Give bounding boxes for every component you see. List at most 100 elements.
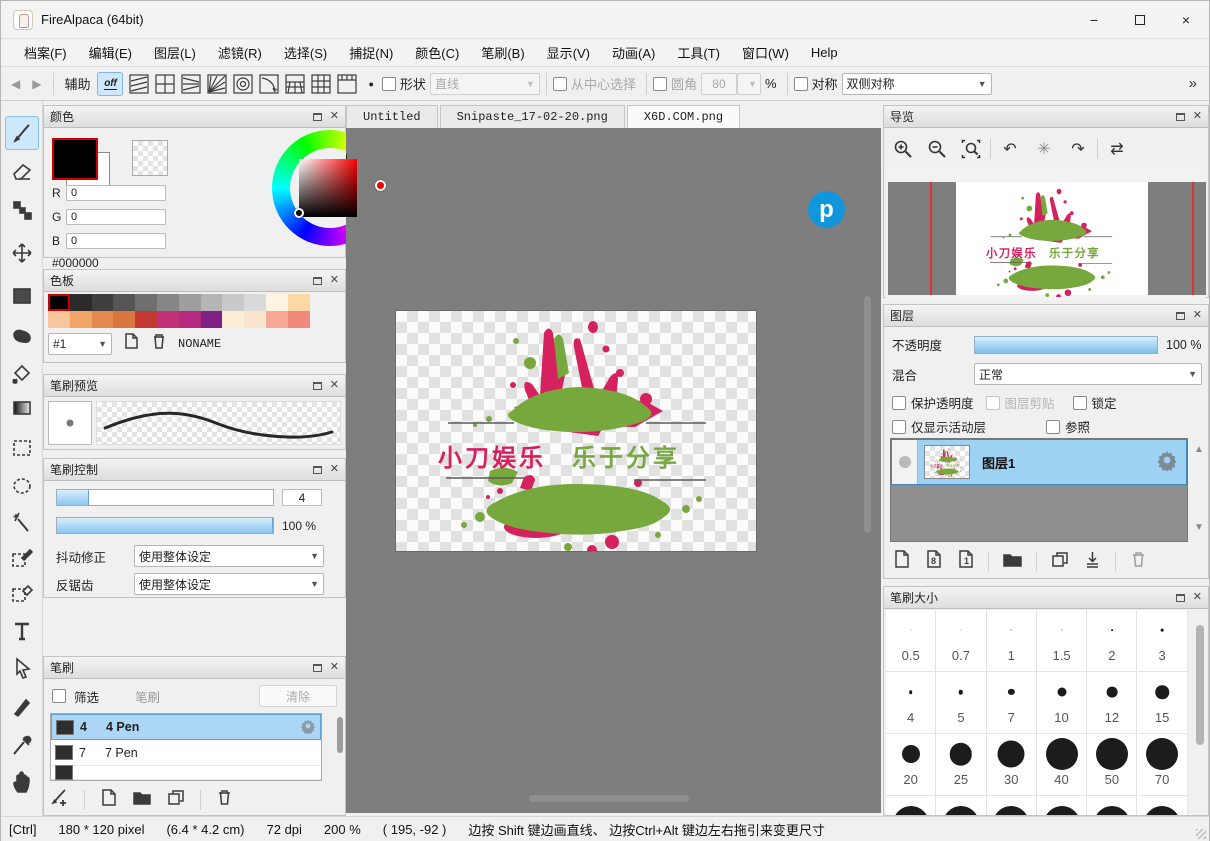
brush-size-cell-50[interactable]: 50: [1087, 734, 1137, 796]
new-layer-icon[interactable]: [892, 549, 911, 574]
palette-swatch[interactable]: [135, 311, 157, 328]
select-rect-tool[interactable]: [5, 431, 39, 465]
dot-tool[interactable]: [5, 193, 39, 227]
document-tab-2[interactable]: X6D.COM.png: [627, 105, 740, 128]
snap-concentric-icon[interactable]: [230, 72, 256, 96]
brush-size-cell-12[interactable]: 12: [1087, 672, 1137, 734]
menu-item-6[interactable]: 颜色(C): [404, 39, 470, 66]
antialias-select[interactable]: 使用整体设定▼: [134, 573, 324, 595]
magic-wand-tool[interactable]: [5, 506, 39, 540]
lasso-tool[interactable]: [5, 469, 39, 503]
palette-swatch[interactable]: [70, 311, 92, 328]
menu-item-7[interactable]: 笔刷(B): [470, 39, 535, 66]
blob-tool[interactable]: [5, 319, 39, 353]
menu-item-1[interactable]: 编辑(E): [78, 39, 143, 66]
navigator-preview[interactable]: [886, 170, 1206, 300]
brush-size-scrollbar[interactable]: [1196, 625, 1204, 745]
shape-checkbox[interactable]: [382, 77, 396, 91]
show-active-checkbox[interactable]: [892, 420, 906, 434]
correction-select[interactable]: 使用整体设定▼: [134, 545, 324, 567]
brush-list-item-1[interactable]: 77 Pen: [51, 740, 321, 766]
reference-checkbox[interactable]: [1046, 420, 1060, 434]
minimize-button[interactable]: −: [1071, 1, 1117, 38]
palette-swatch[interactable]: [157, 294, 179, 311]
menu-item-10[interactable]: 工具(T): [666, 39, 731, 66]
merge-down-icon[interactable]: [1083, 550, 1102, 574]
brush-size-cell-1.5[interactable]: 1.5: [1037, 610, 1087, 672]
snap-cross-icon[interactable]: [152, 72, 178, 96]
show-active-option[interactable]: 仅显示活动层: [892, 417, 986, 436]
snap-perspective-grid-icon[interactable]: [282, 72, 308, 96]
text-tool[interactable]: [5, 614, 39, 648]
duplicate-layer-icon[interactable]: [1050, 550, 1070, 574]
hue-cursor[interactable]: [375, 180, 386, 191]
red-value-bar[interactable]: 0: [66, 185, 166, 201]
palette-swatch[interactable]: [157, 311, 179, 328]
symmetry-checkbox[interactable]: [794, 77, 808, 91]
shape-select[interactable]: 直线▼: [430, 73, 540, 95]
canvas-vertical-scrollbar[interactable]: [864, 296, 871, 533]
saturation-square[interactable]: [299, 159, 357, 217]
close-panel-icon[interactable]: ✕: [1193, 310, 1202, 321]
close-panel-icon[interactable]: ✕: [330, 380, 339, 391]
menu-item-8[interactable]: 显示(V): [536, 39, 601, 66]
brush-size-cell-10[interactable]: 10: [1037, 672, 1087, 734]
new-8bit-layer-icon[interactable]: 8: [924, 549, 943, 574]
pointer-tool[interactable]: [5, 651, 39, 685]
brush-size-cell-1[interactable]: 1: [987, 610, 1037, 672]
flip-view-icon[interactable]: ⇄: [1102, 135, 1132, 163]
palette-swatch[interactable]: [222, 311, 244, 328]
delete-layer-icon[interactable]: [1129, 550, 1148, 574]
layer-folder-icon[interactable]: [1002, 550, 1023, 574]
brush-size-cell-clipped[interactable]: [987, 796, 1037, 815]
symmetry-select[interactable]: 双侧对称▼: [842, 73, 992, 95]
palette-swatch[interactable]: [113, 311, 135, 328]
close-panel-icon[interactable]: ✕: [330, 111, 339, 122]
new-1bit-layer-icon[interactable]: 1: [956, 549, 975, 574]
duplicate-brush-icon[interactable]: [166, 788, 186, 812]
palette-swatch[interactable]: [244, 294, 266, 311]
snap-off-button[interactable]: off: [97, 72, 123, 96]
brush-size-cell-5[interactable]: 5: [936, 672, 986, 734]
rotate-left-icon[interactable]: ↶: [995, 135, 1025, 163]
snap-parallel-icon[interactable]: [126, 72, 152, 96]
brush-size-cell-clipped[interactable]: [886, 796, 936, 815]
close-panel-icon[interactable]: ✕: [1193, 592, 1202, 603]
brush-list-item-0[interactable]: 44 Pen: [51, 714, 321, 740]
snap-vanish-icon[interactable]: [178, 72, 204, 96]
layer-row[interactable]: 图层1: [891, 439, 1187, 485]
rounded-corner-value-input[interactable]: [701, 73, 737, 95]
float-panel-icon[interactable]: [1176, 312, 1185, 320]
brush-size-cell-4[interactable]: 4: [886, 672, 936, 734]
protect-alpha-option[interactable]: 保护透明度: [892, 393, 974, 412]
brush-size-cell-40[interactable]: 40: [1037, 734, 1087, 796]
float-panel-icon[interactable]: [313, 466, 322, 474]
close-panel-icon[interactable]: ✕: [330, 464, 339, 475]
menu-item-11[interactable]: 窗口(W): [731, 39, 800, 66]
canvas-artwork[interactable]: [396, 311, 756, 551]
center-select-checkbox[interactable]: [553, 77, 567, 91]
snap-curve-icon[interactable]: [256, 72, 282, 96]
palette-swatch[interactable]: [288, 294, 310, 311]
palette-swatch[interactable]: [179, 294, 201, 311]
new-brush-icon[interactable]: [99, 788, 118, 812]
zoom-in-icon[interactable]: [888, 135, 918, 163]
brush-size-cell-clipped[interactable]: [1037, 796, 1087, 815]
new-palette-icon[interactable]: [122, 332, 140, 355]
menu-item-2[interactable]: 图层(L): [143, 39, 207, 66]
menu-item-12[interactable]: Help: [800, 41, 849, 64]
eraser-tool[interactable]: [5, 153, 39, 187]
brush-size-cell-70[interactable]: 70: [1138, 734, 1188, 796]
brush-folder-icon[interactable]: [132, 788, 152, 812]
menu-item-4[interactable]: 选择(S): [273, 39, 338, 66]
palette-swatch[interactable]: [266, 311, 288, 328]
sv-cursor[interactable]: [294, 208, 304, 218]
reference-option[interactable]: 参照: [1046, 417, 1090, 436]
brush-settings-gear-icon[interactable]: [300, 718, 316, 737]
brush-size-cell-clipped[interactable]: [936, 796, 986, 815]
layer-blend-select[interactable]: 正常▼: [974, 363, 1202, 385]
palette-swatch[interactable]: [222, 294, 244, 311]
maximize-button[interactable]: [1117, 1, 1163, 38]
brush-size-cell-25[interactable]: 25: [936, 734, 986, 796]
snap-radial-icon[interactable]: [204, 72, 230, 96]
